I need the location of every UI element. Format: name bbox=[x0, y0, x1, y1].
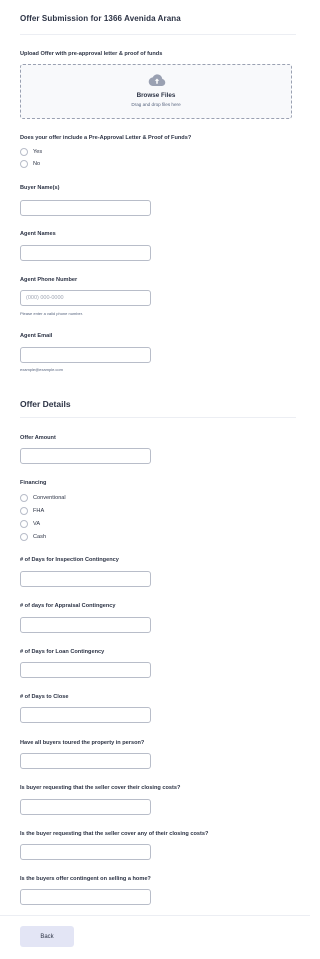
browse-files-label[interactable]: Browse Files bbox=[21, 92, 291, 99]
section-divider bbox=[20, 417, 296, 418]
seller-cover-closing-input[interactable] bbox=[20, 799, 151, 815]
radio-circle-icon[interactable] bbox=[20, 506, 28, 515]
agent-email-input[interactable] bbox=[20, 347, 151, 363]
file-upload-dropzone[interactable]: Browse Files Drag and drop files here bbox=[20, 64, 292, 119]
appraisal-days-input[interactable] bbox=[20, 617, 151, 633]
financing-option-fha[interactable]: FHA bbox=[20, 506, 44, 515]
inspection-days-input[interactable] bbox=[20, 571, 151, 587]
option-label: Conventional bbox=[33, 494, 66, 501]
option-label: Cash bbox=[33, 533, 47, 540]
option-label: No bbox=[33, 160, 41, 167]
option-label: Yes bbox=[33, 148, 43, 155]
offer-amount-input[interactable] bbox=[20, 448, 151, 464]
radio-circle-icon[interactable] bbox=[20, 493, 28, 502]
preapproval-label: Does your offer include a Pre-Approval L… bbox=[20, 135, 192, 141]
upload-label: Upload Offer with pre-approval letter & … bbox=[20, 51, 163, 57]
loan-days-label: # of Days for Loan Contingency bbox=[20, 649, 105, 655]
agent-names-label: Agent Names bbox=[20, 231, 56, 237]
offer-details-heading: Offer Details bbox=[20, 399, 71, 409]
radio-circle-icon[interactable] bbox=[20, 159, 28, 168]
loan-days-input[interactable] bbox=[20, 662, 151, 678]
agent-phone-label: Agent Phone Number bbox=[20, 277, 78, 283]
appraisal-days-label: # of days for Appraisal Contingency bbox=[20, 603, 116, 609]
radio-circle-icon[interactable] bbox=[20, 519, 28, 528]
agent-email-label: Agent Email bbox=[20, 333, 53, 339]
cloud-upload-icon bbox=[148, 74, 166, 86]
agent-email-sublabel: example@example.com bbox=[20, 367, 63, 372]
contingent-sale-input[interactable] bbox=[20, 889, 151, 905]
buyer-names-label: Buyer Name(s) bbox=[20, 185, 60, 191]
financing-option-conventional[interactable]: Conventional bbox=[20, 493, 66, 502]
seller-cover-closing-label: Is buyer requesting that the seller cove… bbox=[20, 785, 181, 791]
close-days-label: # of Days to Close bbox=[20, 694, 69, 700]
option-label: FHA bbox=[33, 507, 45, 514]
agent-phone-sublabel: Please enter a valid phone number. bbox=[20, 311, 83, 316]
financing-option-va[interactable]: VA bbox=[20, 519, 40, 528]
offer-amount-label: Offer Amount bbox=[20, 435, 56, 441]
financing-option-cash[interactable]: Cash bbox=[20, 532, 46, 541]
option-label: VA bbox=[33, 520, 41, 527]
radio-circle-icon[interactable] bbox=[20, 147, 28, 156]
contingent-sale-label: Is the buyers offer contingent on sellin… bbox=[20, 876, 151, 882]
preapproval-option-no[interactable]: No bbox=[20, 159, 40, 168]
toured-label: Have all buyers toured the property in p… bbox=[20, 740, 145, 746]
seller-cover-any-input[interactable] bbox=[20, 844, 151, 860]
inspection-days-label: # of Days for Inspection Contingency bbox=[20, 557, 119, 563]
preapproval-option-yes[interactable]: Yes bbox=[20, 147, 42, 156]
form-title: Offer Submission for 1366 Avenida Arana bbox=[20, 14, 181, 23]
agent-names-input[interactable] bbox=[20, 245, 151, 261]
radio-circle-icon[interactable] bbox=[20, 532, 28, 541]
close-days-input[interactable] bbox=[20, 707, 151, 723]
agent-phone-input[interactable] bbox=[20, 290, 151, 306]
back-button[interactable]: Back bbox=[20, 926, 74, 947]
footer-divider bbox=[0, 915, 310, 916]
drag-drop-hint: Drag and drop files here bbox=[131, 102, 181, 107]
financing-label: Financing bbox=[20, 480, 47, 486]
seller-cover-any-label: Is the buyer requesting that the seller … bbox=[20, 831, 209, 837]
buyer-names-input[interactable] bbox=[20, 200, 151, 216]
header-divider bbox=[20, 34, 296, 35]
toured-input[interactable] bbox=[20, 753, 151, 769]
